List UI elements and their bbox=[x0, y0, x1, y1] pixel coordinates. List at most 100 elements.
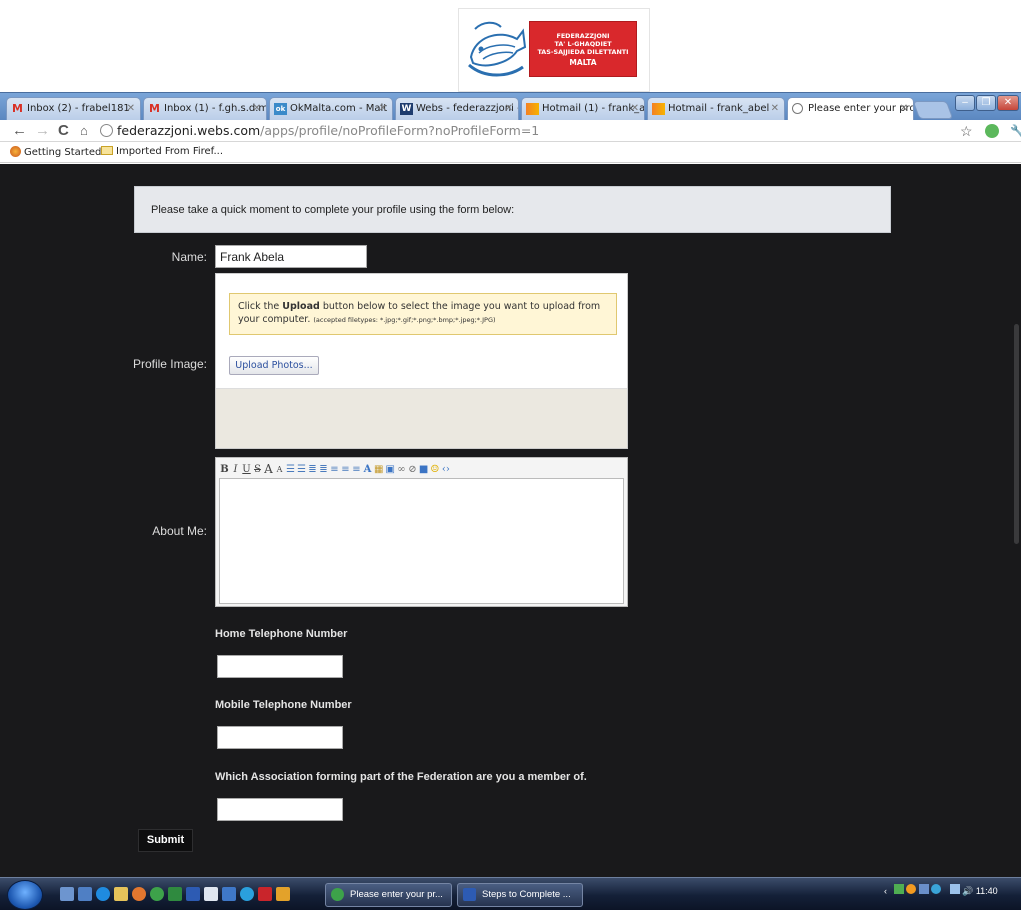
bookmark-getting-started[interactable]: Getting Started bbox=[10, 146, 101, 158]
name-input[interactable]: Frank Abela bbox=[215, 245, 367, 268]
close-icon[interactable]: ✕ bbox=[771, 103, 779, 114]
logo-text-line: FEDERAZZJONI bbox=[556, 31, 610, 40]
bullet-list-icon[interactable]: ☰ bbox=[286, 464, 295, 475]
firefox-icon[interactable] bbox=[132, 887, 146, 901]
close-icon[interactable]: ✕ bbox=[379, 103, 387, 114]
browser-tab[interactable]: ok OkMalta.com - Malt ✕ bbox=[269, 97, 393, 121]
mobile-phone-input[interactable] bbox=[217, 726, 343, 749]
folder-icon bbox=[101, 146, 113, 155]
star-icon[interactable]: ☆ bbox=[960, 121, 973, 141]
close-icon[interactable]: ✕ bbox=[900, 103, 908, 114]
acrobat-icon[interactable] bbox=[258, 887, 272, 901]
back-icon[interactable]: ← bbox=[12, 121, 27, 141]
app-icon[interactable] bbox=[276, 887, 290, 901]
unlink-icon[interactable]: ⊘ bbox=[408, 464, 417, 475]
link-icon[interactable]: ∞ bbox=[397, 464, 406, 475]
volume-icon[interactable]: 🔊 bbox=[962, 886, 973, 896]
taskbar-item-word[interactable]: Steps to Complete ... bbox=[457, 883, 583, 907]
folder-icon[interactable] bbox=[114, 887, 128, 901]
chrome-icon bbox=[331, 888, 344, 901]
skype-extension-icon[interactable] bbox=[985, 124, 999, 138]
tray-app-icon[interactable] bbox=[918, 884, 929, 894]
submit-button[interactable]: Submit bbox=[138, 829, 193, 852]
editor-toolbar: B I U S A A ☰ ☰ ≣ ≣ ≡ ≡ ≡ A ▦ ▣ ∞ ⊘ ■ ☺ … bbox=[220, 461, 450, 477]
align-right-icon[interactable]: ≡ bbox=[352, 464, 361, 475]
new-tab-button[interactable] bbox=[912, 101, 954, 119]
font-color-icon[interactable]: A bbox=[363, 464, 372, 475]
browser-tab[interactable]: M Inbox (1) - f.gh.s.d.m ✕ bbox=[143, 97, 267, 121]
browser-tab[interactable]: M Inbox (2) - frabel181 ✕ bbox=[6, 97, 141, 121]
skype-icon[interactable] bbox=[240, 887, 254, 901]
close-icon[interactable]: ✕ bbox=[253, 103, 261, 114]
tray-app-icon[interactable] bbox=[931, 884, 942, 894]
forward-icon[interactable]: → bbox=[35, 121, 50, 141]
minimize-button[interactable]: – bbox=[955, 95, 975, 111]
insert-image-icon[interactable]: ▣ bbox=[385, 464, 394, 475]
close-icon[interactable]: ✕ bbox=[505, 103, 513, 114]
browser-tab-active[interactable]: Please enter your pro ✕ bbox=[787, 97, 914, 122]
outdent-icon[interactable]: ≣ bbox=[308, 464, 317, 475]
indent-icon[interactable]: ≣ bbox=[319, 464, 328, 475]
italic-icon[interactable]: I bbox=[231, 464, 240, 475]
tray-expand-icon[interactable]: ‹ bbox=[884, 886, 887, 896]
tab-label: OkMalta.com - Malt bbox=[290, 103, 388, 114]
hotmail-icon bbox=[652, 103, 665, 115]
table-icon[interactable]: ▦ bbox=[374, 464, 383, 475]
home-phone-input[interactable] bbox=[217, 655, 343, 678]
address-bar[interactable]: federazzjoni.webs.com/apps/profile/noPro… bbox=[100, 121, 950, 140]
browser-tab[interactable]: Hotmail (1) - frank_al ✕ bbox=[521, 97, 645, 121]
bookmark-folder-imported[interactable]: Imported From Firef... bbox=[101, 146, 223, 157]
url-path: /apps/profile/noProfileForm?noProfileFor… bbox=[260, 123, 540, 138]
close-window-button[interactable]: ✕ bbox=[997, 95, 1019, 111]
bold-icon[interactable]: B bbox=[220, 464, 229, 475]
reload-icon[interactable]: C bbox=[58, 121, 69, 141]
notepad-icon[interactable] bbox=[204, 887, 218, 901]
wrench-icon[interactable]: 🔧 bbox=[1010, 121, 1021, 141]
mobile-phone-label: Mobile Telephone Number bbox=[215, 699, 352, 711]
word-icon[interactable] bbox=[186, 887, 200, 901]
maximize-button[interactable]: ❐ bbox=[976, 95, 996, 111]
upload-tip-bold: Upload bbox=[282, 301, 320, 312]
okmalta-icon: ok bbox=[274, 103, 287, 115]
gmail-icon: M bbox=[149, 102, 160, 115]
excel-icon[interactable] bbox=[168, 887, 182, 901]
home-phone-label: Home Telephone Number bbox=[215, 628, 348, 640]
tab-label: Inbox (2) - frabel181 bbox=[27, 103, 130, 114]
taskbar-item-label: Steps to Complete ... bbox=[482, 889, 571, 900]
bookmarks-bar: Getting Started Imported From Firef... bbox=[0, 143, 1021, 163]
home-icon[interactable]: ⌂ bbox=[80, 121, 88, 141]
about-me-textarea[interactable] bbox=[219, 478, 624, 604]
numbered-list-icon[interactable]: ☰ bbox=[297, 464, 306, 475]
outlook-icon[interactable] bbox=[222, 887, 236, 901]
tray-app-icon[interactable] bbox=[906, 884, 917, 894]
chrome-icon[interactable] bbox=[150, 887, 164, 901]
page-content: Please take a quick moment to complete y… bbox=[0, 164, 1021, 877]
underline-icon[interactable]: U bbox=[242, 464, 251, 475]
site-header: FEDERAZZJONI TA' L-GHAQDIET TAS-SAJJIEDA D… bbox=[0, 0, 1021, 92]
clock[interactable]: 11:40 bbox=[976, 886, 998, 896]
emoticon-icon[interactable]: ☺ bbox=[430, 464, 439, 475]
start-button[interactable] bbox=[7, 880, 43, 910]
font-size-decrease-icon[interactable]: A bbox=[275, 465, 284, 474]
upload-photos-button[interactable]: Upload Photos... bbox=[229, 356, 319, 375]
federation-logo[interactable]: FEDERAZZJONI TA' L-GHAQDIET TAS-SAJJIEDA D… bbox=[458, 8, 650, 92]
close-icon[interactable]: ✕ bbox=[127, 103, 135, 114]
media-icon[interactable]: ■ bbox=[419, 464, 428, 475]
ie-icon[interactable] bbox=[96, 887, 110, 901]
close-icon[interactable]: ✕ bbox=[631, 103, 639, 114]
association-input[interactable] bbox=[217, 798, 343, 821]
align-center-icon[interactable]: ≡ bbox=[341, 464, 350, 475]
strikethrough-icon[interactable]: S bbox=[253, 464, 262, 475]
upload-instructions: Click the Upload button below to select … bbox=[229, 293, 617, 335]
network-icon[interactable] bbox=[949, 884, 960, 894]
browser-tab[interactable]: Hotmail - frank_abel ✕ bbox=[647, 97, 785, 121]
switch-windows-icon[interactable] bbox=[78, 887, 92, 901]
html-source-icon[interactable]: ‹› bbox=[441, 464, 450, 475]
browser-tab[interactable]: W Webs - federazzjoni - ✕ bbox=[395, 97, 519, 121]
show-desktop-icon[interactable] bbox=[60, 887, 74, 901]
font-size-increase-icon[interactable]: A bbox=[264, 462, 273, 476]
tray-app-icon[interactable] bbox=[893, 884, 904, 894]
align-left-icon[interactable]: ≡ bbox=[330, 464, 339, 475]
scrollbar[interactable] bbox=[1014, 324, 1019, 544]
taskbar-item-chrome[interactable]: Please enter your pr... bbox=[325, 883, 452, 907]
